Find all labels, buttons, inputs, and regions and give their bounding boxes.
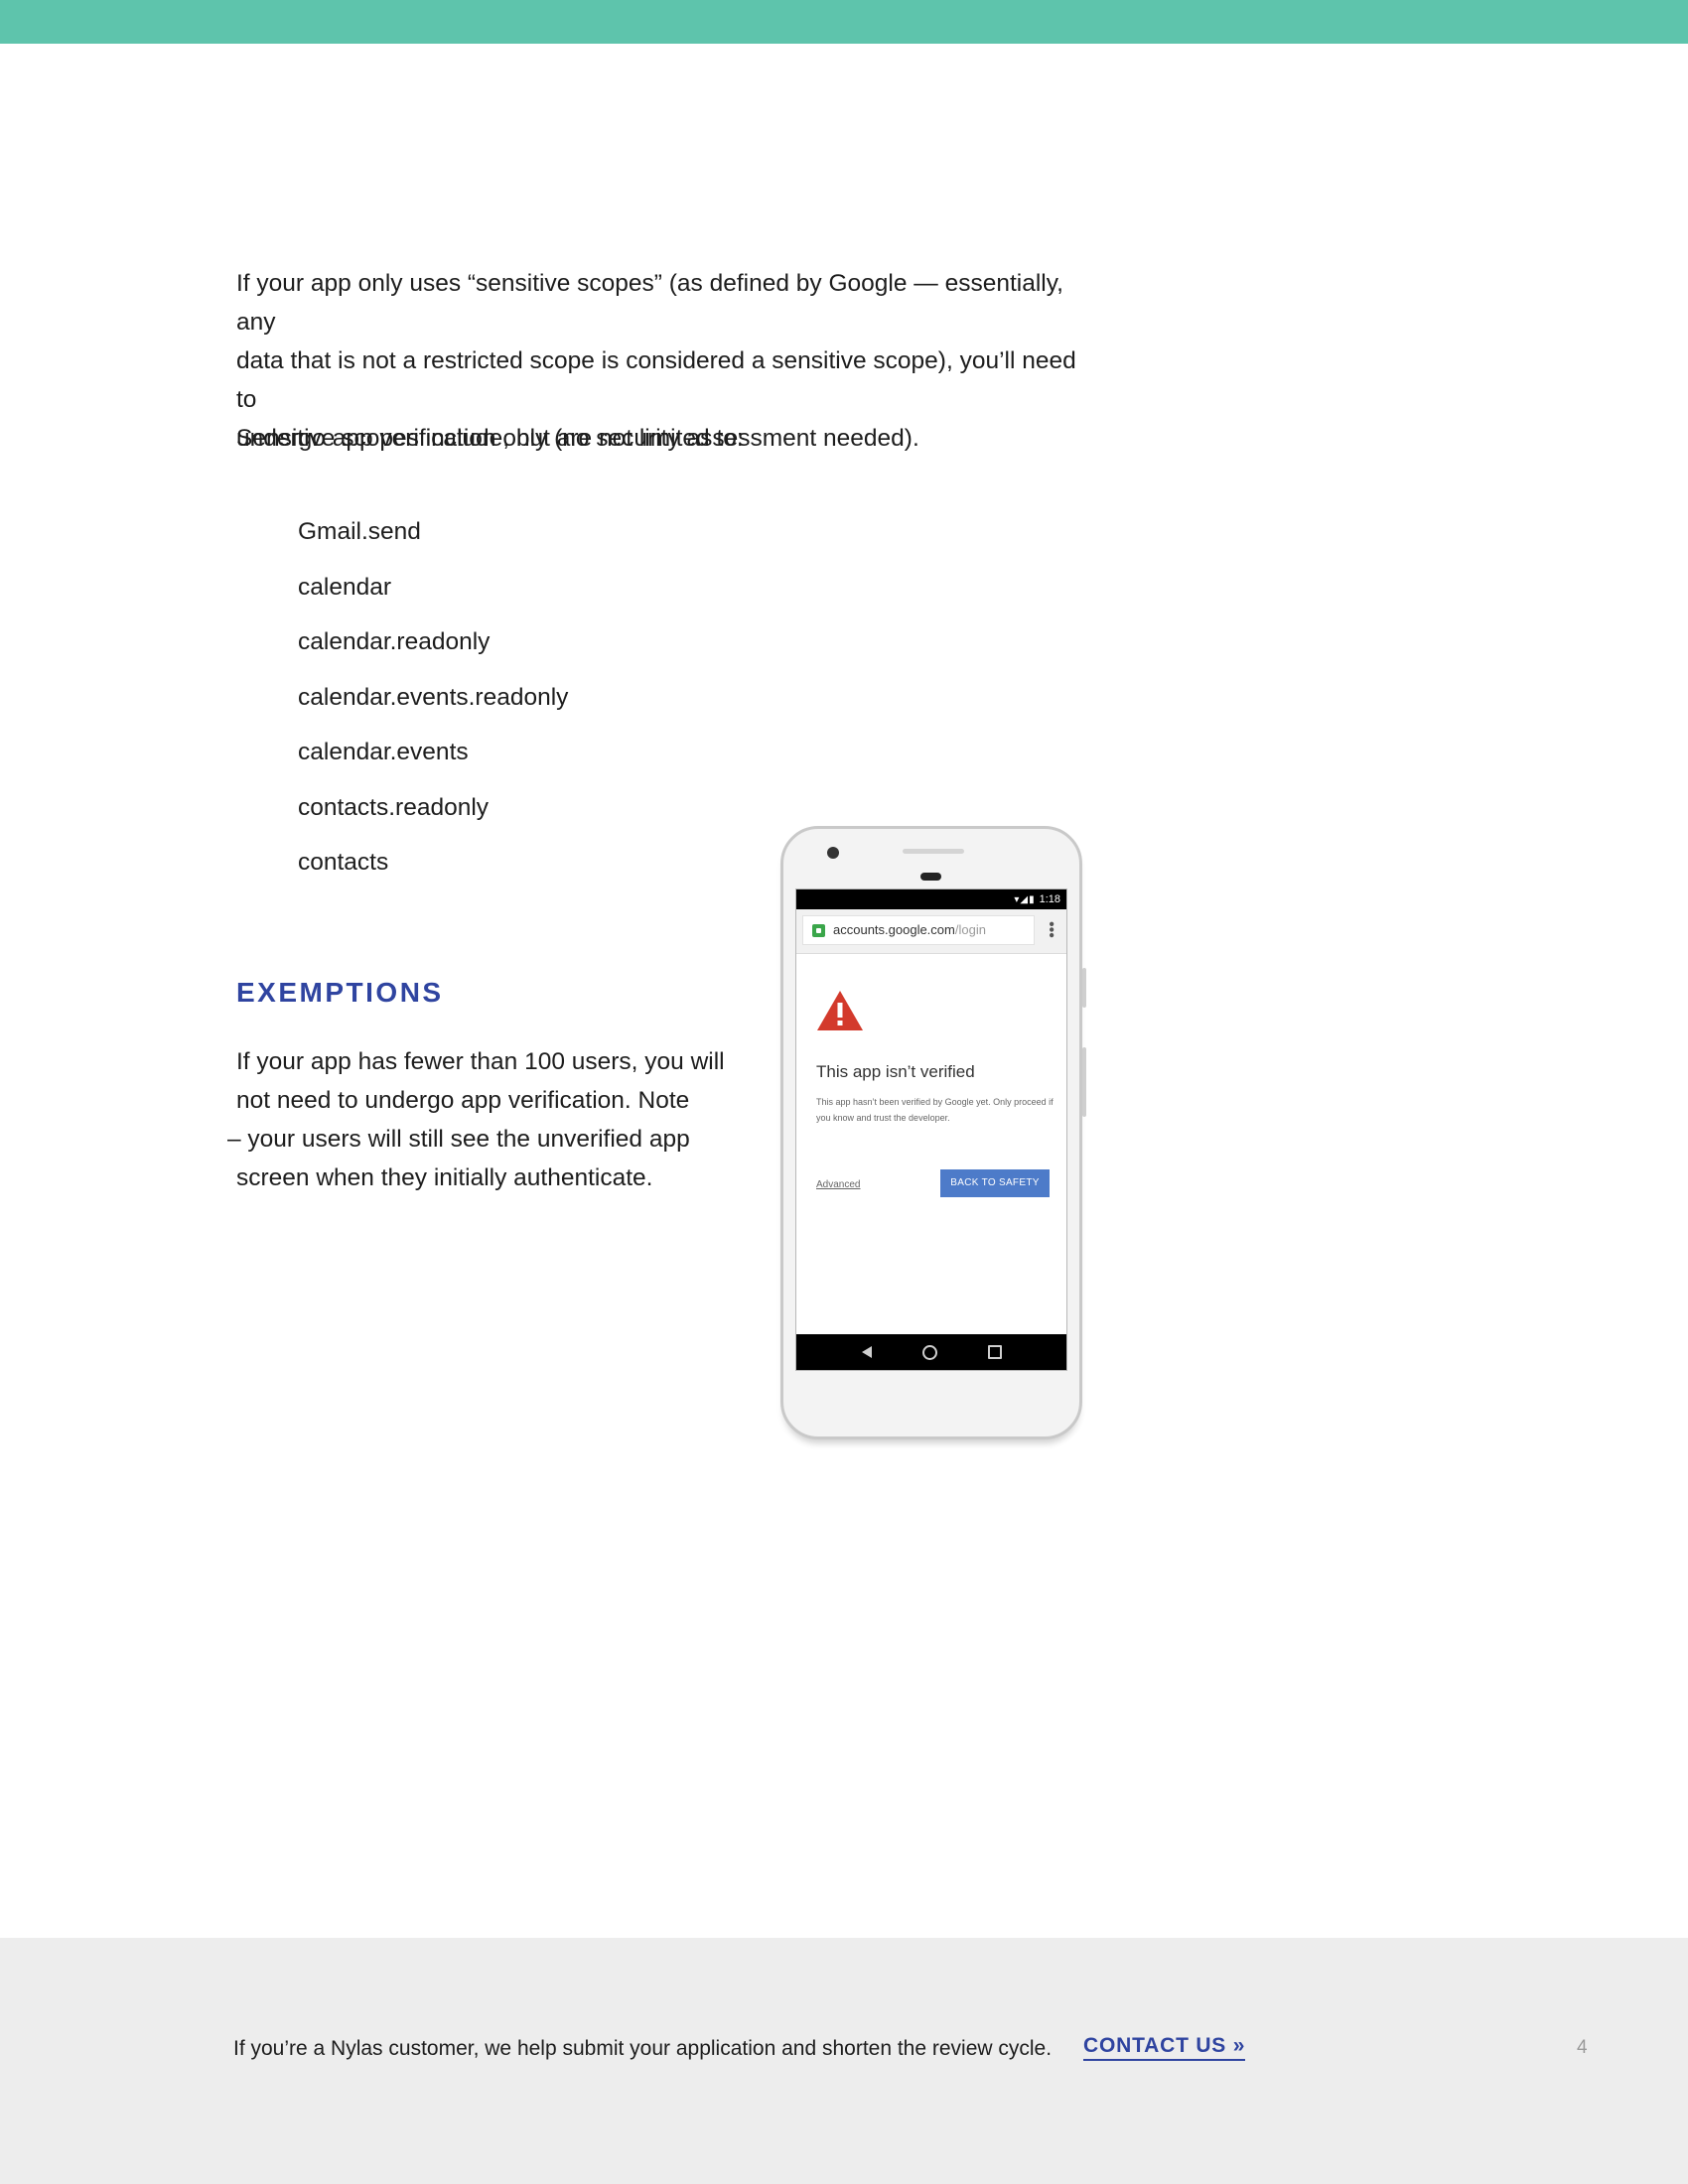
browser-url-bar: accounts.google.com/login ••• — [796, 909, 1066, 954]
home-icon[interactable] — [921, 1344, 937, 1360]
scope-item: calendar.events — [298, 739, 469, 765]
phone-side-button — [1082, 1047, 1086, 1117]
phone-mockup: ▾◢▮ 1:18 accounts.google.com/login ••• Th… — [780, 826, 1086, 1439]
scope-item: Gmail.send — [298, 518, 421, 545]
phone-sensor — [920, 873, 941, 881]
url-domain: accounts.google.com — [833, 922, 955, 937]
url-input[interactable]: accounts.google.com/login — [802, 915, 1035, 945]
exemptions-line: – your users will still see the unverifi… — [227, 1126, 690, 1153]
signal-icon: ▾◢▮ — [1014, 894, 1036, 905]
exemptions-heading: EXEMPTIONS — [236, 977, 444, 1008]
phone-camera — [827, 847, 839, 859]
exemptions-line: not need to undergo app verification. No… — [236, 1087, 690, 1114]
back-icon[interactable] — [861, 1346, 872, 1358]
recents-icon[interactable] — [987, 1345, 1002, 1359]
sensitive-scopes-list: Gmail.send calendar calendar.readonly ca… — [298, 512, 568, 898]
status-time: 1:18 — [1039, 893, 1060, 905]
advanced-link[interactable]: Advanced — [816, 1179, 860, 1190]
intro-line: data that is not a restricted scope is c… — [236, 347, 1076, 413]
url-path: /login — [954, 922, 986, 937]
scope-item: contacts.readonly — [298, 793, 490, 821]
footer-text: If you’re a Nylas customer, we help subm… — [233, 2037, 1053, 2060]
android-nav-bar — [796, 1334, 1066, 1370]
scopes-lead-text: Sensitive scopes include, but are not li… — [236, 425, 744, 452]
exemptions-line: screen when they initially authenticate. — [236, 1164, 653, 1191]
phone-side-button — [1082, 968, 1086, 1008]
back-to-safety-button[interactable]: BACK TO SAFETY — [940, 1169, 1050, 1197]
scope-item: calendar — [298, 573, 391, 601]
unverified-title: This app isn’t verified — [816, 1062, 975, 1081]
page-number: 4 — [1577, 2037, 1588, 2058]
exemptions-paragraph: If your app has fewer than 100 users, yo… — [227, 1042, 725, 1197]
scope-item: contacts — [298, 849, 389, 876]
scope-item: calendar.events.readonly — [298, 683, 569, 711]
status-bar: ▾◢▮ 1:18 — [796, 889, 1066, 909]
phone-speaker — [903, 849, 964, 854]
intro-line: If your app only uses “sensitive scopes”… — [236, 270, 1063, 336]
top-accent-bar — [0, 0, 1688, 44]
warning-icon — [817, 991, 863, 1030]
phone-screen: ▾◢▮ 1:18 accounts.google.com/login ••• Th… — [795, 888, 1067, 1371]
lock-icon — [812, 924, 825, 937]
contact-us-link[interactable]: CONTACT US » — [1083, 2034, 1246, 2061]
scope-item: calendar.readonly — [298, 628, 491, 655]
menu-icon[interactable]: ••• — [1043, 921, 1059, 938]
exemptions-line: If your app has fewer than 100 users, yo… — [236, 1048, 725, 1075]
unverified-description: This app hasn’t been verified by Google … — [816, 1097, 1054, 1123]
